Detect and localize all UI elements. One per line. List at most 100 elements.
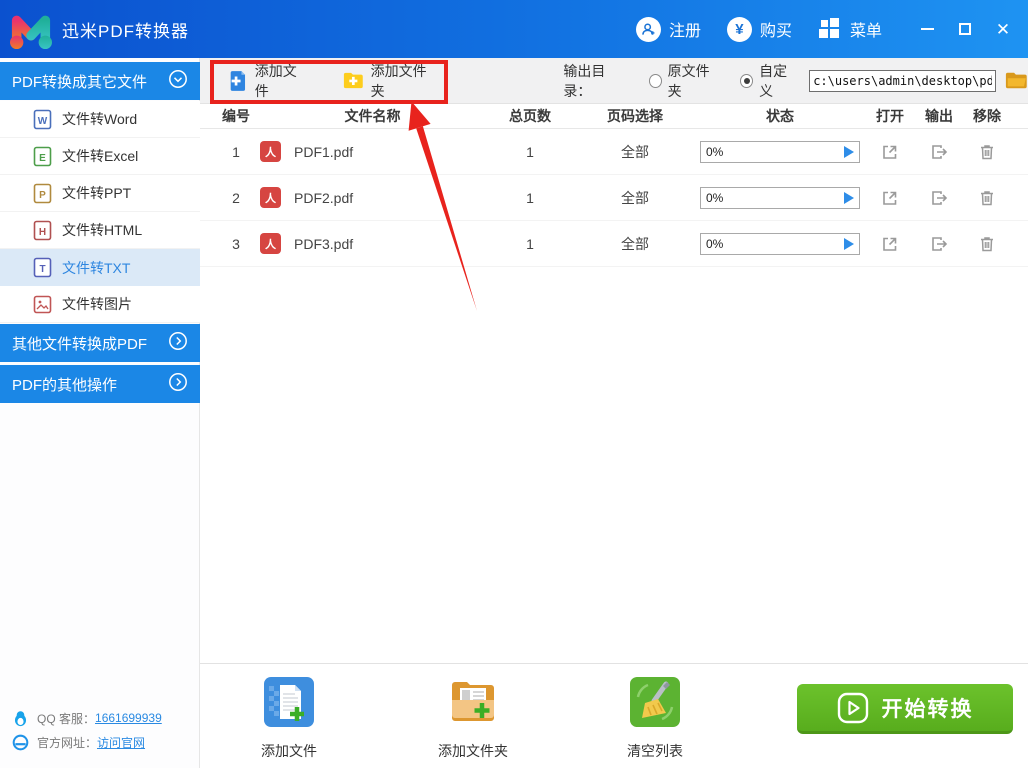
sidebar-item-txt[interactable]: T 文件转TXT (0, 249, 200, 286)
chevron-right-circle-icon (168, 372, 188, 396)
row-number: 1 (232, 143, 240, 160)
sidebar-item-label: 文件转图片 (62, 296, 132, 312)
row-number: 3 (232, 235, 240, 252)
sidebar-item-label: 文件转Word (62, 111, 138, 127)
minimize-button[interactable] (908, 0, 946, 58)
sidebar-item-html[interactable]: H 文件转HTML (0, 212, 200, 249)
app-title: 迅米PDF转换器 (62, 21, 189, 41)
add-file-button[interactable]: 添加文件 (228, 61, 305, 101)
maximize-icon (959, 23, 971, 35)
buy-label: 购买 (759, 23, 792, 40)
add-folder-label: 添加文件夹 (370, 62, 427, 99)
register-person-icon (635, 16, 661, 42)
progress-bar[interactable]: 0% (700, 186, 860, 209)
official-site-link[interactable]: 访问官网 (97, 734, 145, 751)
table-row: 1 人 PDF1.pdf 1 全部 0% (200, 129, 1028, 175)
sidebar-item-excel[interactable]: E 文件转Excel (0, 138, 200, 175)
sidebar-section-pdf-to-other[interactable]: PDF转换成其它文件 (0, 62, 200, 100)
col-remove: 移除 (973, 108, 1001, 124)
main-panel: 添加文件 添加文件夹 输出目录： 原文件夹 自定义 编号 文件名称 总页数 页码… (200, 58, 1028, 768)
svg-text:W: W (38, 116, 48, 127)
sidebar-item-label: 文件转Excel (62, 148, 139, 164)
svg-text:H: H (39, 227, 46, 238)
clear-list-button[interactable]: 清空列表 (610, 677, 700, 761)
radio-original-label[interactable]: 原文件夹 (668, 61, 719, 101)
sidebar-footer: QQ 客服： 1661699939 官方网址： 访问官网 (0, 706, 200, 754)
open-icon[interactable] (880, 142, 900, 162)
page-range[interactable]: 全部 (575, 188, 695, 208)
sidebar-item-ppt[interactable]: P 文件转PPT (0, 175, 200, 212)
menu-label: 菜单 (849, 23, 882, 40)
progress-bar[interactable]: 0% (700, 140, 860, 163)
col-no: 编号 (222, 108, 250, 124)
page-range[interactable]: 全部 (575, 234, 695, 254)
sidebar: PDF转换成其它文件 W 文件转Word E 文件转Excel P 文件转PPT… (0, 58, 200, 768)
col-page-range: 页码选择 (607, 108, 663, 124)
play-icon (844, 191, 854, 204)
sidebar-item-label: 文件转HTML (62, 222, 143, 238)
txt-file-icon: T (33, 257, 52, 278)
start-convert-button[interactable]: 开始转换 (797, 684, 1013, 734)
qq-number-link[interactable]: 1661699939 (95, 711, 162, 725)
bottom-action-bar: 添加文件 添加文件夹 清空列表 开始转换 (200, 663, 1028, 768)
open-icon[interactable] (880, 234, 900, 254)
section-label: PDF转换成其它文件 (12, 73, 148, 91)
chevron-down-circle-icon (168, 69, 188, 93)
open-icon[interactable] (880, 188, 900, 208)
excel-file-icon: E (33, 146, 52, 166)
bottom-add-file-label: 添加文件 (261, 743, 317, 759)
menu-button[interactable]: 菜单 (818, 17, 882, 41)
register-button[interactable]: 注册 (635, 16, 701, 42)
add-file-big-icon (264, 677, 314, 727)
radio-custom[interactable] (740, 73, 754, 88)
trash-icon[interactable] (977, 188, 997, 208)
col-status: 状态 (766, 108, 794, 124)
total-pages: 1 (526, 235, 534, 252)
page-range[interactable]: 全部 (575, 142, 695, 162)
register-label: 注册 (668, 23, 701, 40)
col-output: 输出 (925, 108, 953, 124)
add-folder-button[interactable]: 添加文件夹 (343, 61, 434, 101)
play-icon (844, 237, 854, 250)
progress-bar[interactable]: 0% (700, 232, 860, 255)
add-folder-icon (343, 72, 363, 89)
output-dir-label: 输出目录： (563, 62, 606, 99)
sidebar-section-pdf-other-ops[interactable]: PDF的其他操作 (0, 365, 200, 403)
bottom-add-file-button[interactable]: 添加文件 (244, 677, 334, 761)
trash-icon[interactable] (977, 234, 997, 254)
total-pages: 1 (526, 143, 534, 160)
bottom-add-folder-button[interactable]: 添加文件夹 (428, 677, 518, 761)
trash-icon[interactable] (977, 142, 997, 162)
bottom-add-folder-label: 添加文件夹 (438, 743, 508, 759)
col-pages: 总页数 (509, 108, 551, 124)
app-logo-icon (10, 15, 52, 50)
radio-original-folder[interactable] (648, 73, 662, 88)
col-filename: 文件名称 (344, 108, 401, 124)
minimize-icon (920, 28, 934, 30)
row-number: 2 (232, 189, 240, 206)
file-name: PDF3.pdf (294, 235, 354, 252)
output-icon[interactable] (929, 234, 949, 254)
file-name: PDF1.pdf (294, 143, 354, 160)
browse-folder-icon[interactable] (1005, 70, 1028, 91)
play-icon (844, 145, 854, 158)
menu-grid-icon (818, 17, 842, 41)
table-header: 编号 文件名称 总页数 页码选择 状态 打开 输出 移除 (200, 104, 1028, 129)
titlebar: 迅米PDF转换器 注册 ¥ 购买 菜单 ✕ (0, 0, 1028, 58)
table-row: 3 人 PDF3.pdf 1 全部 0% (200, 221, 1028, 267)
sidebar-item-image[interactable]: 文件转图片 (0, 286, 200, 323)
close-button[interactable]: ✕ (984, 0, 1022, 58)
sidebar-item-word[interactable]: W 文件转Word (0, 101, 200, 138)
add-file-label: 添加文件 (254, 62, 297, 99)
maximize-button[interactable] (946, 0, 984, 58)
sidebar-section-other-to-pdf[interactable]: 其他文件转换成PDF (0, 324, 200, 362)
radio-custom-label[interactable]: 自定义 (759, 61, 797, 101)
output-path-input[interactable] (809, 69, 997, 92)
top-toolbar: 添加文件 添加文件夹 输出目录： 原文件夹 自定义 (200, 58, 1028, 104)
section-label: 其他文件转换成PDF (12, 335, 148, 353)
svg-text:E: E (39, 153, 46, 164)
output-icon[interactable] (929, 188, 949, 208)
buy-button[interactable]: ¥ 购买 (726, 16, 792, 42)
output-icon[interactable] (929, 142, 949, 162)
add-folder-big-icon (452, 682, 494, 721)
